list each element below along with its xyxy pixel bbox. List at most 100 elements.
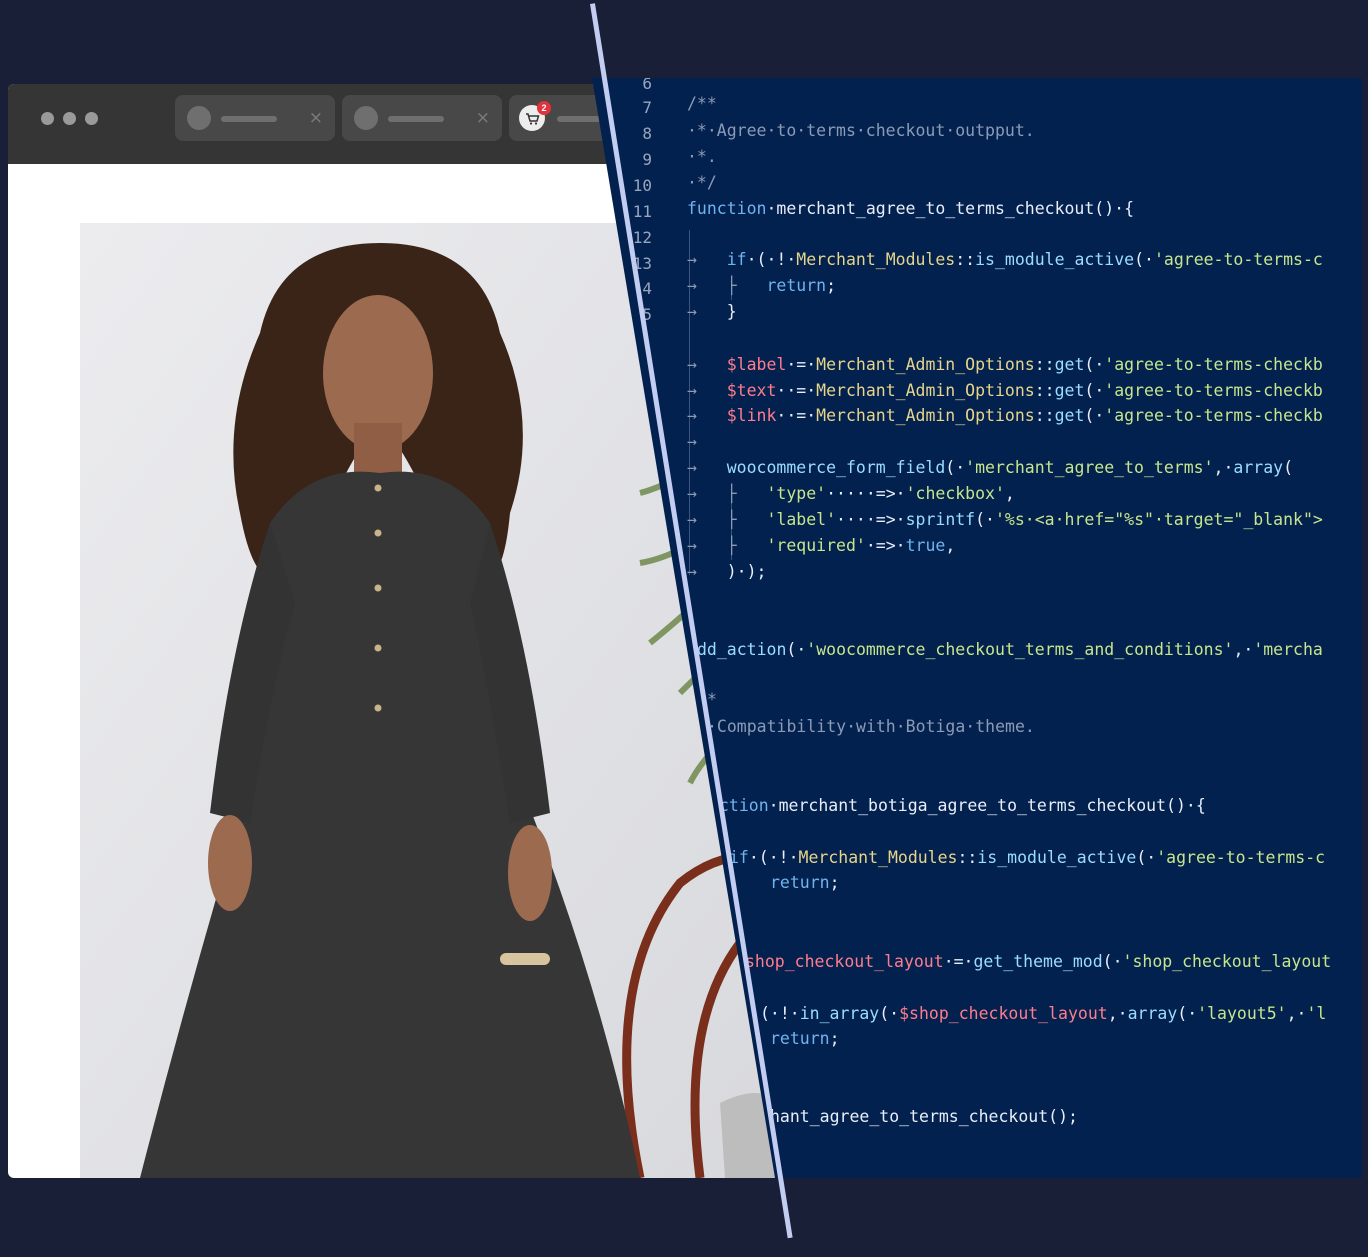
code-token-function: array [1233, 458, 1284, 477]
code-token-string: 'merchant_agree_to_terms' [965, 458, 1214, 477]
code-token-class: Merchant_Modules [798, 848, 958, 867]
code-token-plain: ( [1283, 458, 1294, 477]
code-line[interactable]: /** [687, 94, 717, 114]
code-line[interactable]: → ├ return; [687, 276, 836, 296]
window-control-dot[interactable] [41, 112, 54, 125]
window-control-dot[interactable] [63, 112, 76, 125]
browser-tab[interactable]: × [342, 95, 502, 141]
code-token-plain: (· [1134, 250, 1154, 269]
code-token-plain: :: [1034, 355, 1055, 374]
code-token-keyword: true [905, 536, 946, 555]
line-number: 11 [632, 202, 652, 221]
code-token-string: 'agree-to-terms-checkb [1104, 406, 1323, 425]
code-token-keyword: ction [719, 796, 769, 815]
code-line[interactable]: ction·merchant_botiga_agree_to_terms_che… [719, 796, 1206, 816]
code-line[interactable]: shop_checkout_layout·=·get_theme_mod(·'s… [745, 952, 1331, 972]
code-line[interactable]: ·*. [687, 147, 717, 167]
code-line[interactable]: → if·(·!·Merchant_Modules::is_module_act… [687, 250, 1323, 270]
code-line[interactable]: ·*·Agree·to·terms·checkout·outpput. [687, 121, 1035, 141]
code-line[interactable]: → $text··=·Merchant_Admin_Options::get(·… [687, 381, 1323, 401]
tab-title-placeholder [221, 116, 277, 122]
code-token-plain: ·(·!· [746, 250, 797, 269]
code-token-plain: ; [829, 873, 840, 892]
code-token-plain: )·); [726, 562, 767, 581]
code-line[interactable]: ·*/ [687, 173, 717, 193]
code-token-function: sprintf [905, 510, 976, 529]
code-token-plain: ··=· [776, 406, 817, 425]
code-token-plain: ,· [1286, 1004, 1307, 1023]
code-token-plain: ·merchant_agree_to_terms_checkout()·{ [766, 199, 1135, 218]
code-token-string: 'woocommerce_checkout_terms_and_conditio… [806, 640, 1234, 659]
code-token-plain: (·!· [760, 1004, 800, 1023]
code-token-plain: (· [1102, 952, 1123, 971]
code-line[interactable]: → ├ 'label'····=>·sprintf(·'%s·<a·href="… [687, 510, 1323, 530]
code-token-string: 'agree-to-terms-c [1153, 250, 1323, 269]
code-line[interactable]: → [687, 432, 697, 452]
close-icon[interactable]: × [309, 108, 323, 128]
code-token-comment: ·Compatibility·with·Botiga·theme. [707, 717, 1035, 736]
code-line[interactable]: → $label·=·Merchant_Admin_Options::get(·… [687, 355, 1323, 375]
code-token-plain: , [945, 536, 956, 555]
code-token-plain: ·merchant_botiga_agree_to_terms_checkout… [768, 796, 1206, 815]
code-token-plain: ·=· [786, 355, 817, 374]
code-token-plain: (· [1136, 848, 1157, 867]
code-token-comment: ·*. [687, 147, 717, 166]
code-token-function: get [1054, 381, 1085, 400]
code-token-plain: (· [975, 510, 995, 529]
code-line[interactable]: return; [770, 1029, 840, 1049]
code-line[interactable]: → )·); [687, 562, 767, 582]
code-line[interactable]: → woocommerce_form_field(·'merchant_agre… [687, 458, 1293, 478]
code-token-plain: ·=· [943, 952, 974, 971]
code-token-plain: (· [1084, 355, 1105, 374]
code-line[interactable]: if·(·!·Merchant_Modules::is_module_activ… [729, 848, 1325, 868]
code-line[interactable]: * [707, 690, 717, 710]
code-token-function: array [1127, 1004, 1178, 1023]
code-token-comment: → [687, 406, 727, 425]
code-line[interactable]: hant_agree_to_terms_checkout(); [770, 1107, 1078, 1127]
code-token-comment: → [687, 458, 727, 477]
code-token-class: Merchant_Admin_Options [816, 406, 1035, 425]
line-number: 6 [642, 74, 652, 93]
code-token-variable: $text [726, 381, 777, 400]
code-token-string: 'agree-to-terms-c [1156, 848, 1326, 867]
code-token-function: in_array [799, 1004, 880, 1023]
code-token-string: 'mercha [1253, 640, 1323, 659]
code-line[interactable]: ·Compatibility·with·Botiga·theme. [707, 717, 1035, 737]
code-line[interactable]: function·merchant_agree_to_terms_checkou… [687, 199, 1134, 219]
code-token-plain: :: [1034, 406, 1055, 425]
code-line[interactable]: dd_action(·'woocommerce_checkout_terms_a… [697, 640, 1323, 660]
code-token-keyword: return [770, 873, 830, 892]
code-token-comment: → [687, 250, 727, 269]
code-token-plain: (· [786, 640, 807, 659]
tab-favicon-placeholder [354, 106, 378, 130]
code-line[interactable]: → ├ 'type'·····=>·'checkbox', [687, 484, 1015, 504]
code-token-string: 'type' [766, 484, 827, 503]
code-token-function: is_module_active [975, 250, 1135, 269]
code-token-string: 'required' [766, 536, 866, 555]
code-token-plain: } [726, 302, 737, 321]
code-token-variable: shop_checkout_layout [745, 952, 944, 971]
browser-tab[interactable]: × [175, 95, 335, 141]
code-token-keyword: function [687, 199, 767, 218]
code-token-comment: → [687, 355, 727, 374]
code-line[interactable]: → ├ 'required'·=>·true, [687, 536, 955, 556]
code-token-plain: ·····=>· [826, 484, 906, 503]
code-token-comment: ·*·Agree·to·terms·checkout·outpput. [687, 121, 1035, 140]
code-token-class: Merchant_Admin_Options [816, 355, 1035, 374]
code-line[interactable]: return; [770, 873, 840, 893]
code-token-comment: → ├ [687, 484, 767, 503]
code-token-plain: :: [1034, 381, 1055, 400]
close-icon[interactable]: × [476, 108, 490, 128]
window-control-dot[interactable] [85, 112, 98, 125]
code-line[interactable]: → } [687, 302, 737, 322]
tab-favicon-placeholder [187, 106, 211, 130]
code-token-function: get [1054, 355, 1085, 374]
code-line[interactable]: → $link··=·Merchant_Admin_Options::get(·… [687, 406, 1323, 426]
code-token-comment: ·*/ [687, 173, 717, 192]
code-token-string: 'label' [766, 510, 837, 529]
code-token-string: 'shop_checkout_layout [1122, 952, 1332, 971]
code-line[interactable]: (·!·in_array(·$shop_checkout_layout,·arr… [760, 1004, 1326, 1024]
code-token-variable: $label [726, 355, 787, 374]
code-token-string: 'agree-to-terms-checkb [1104, 355, 1323, 374]
code-token-variable: $link [726, 406, 777, 425]
